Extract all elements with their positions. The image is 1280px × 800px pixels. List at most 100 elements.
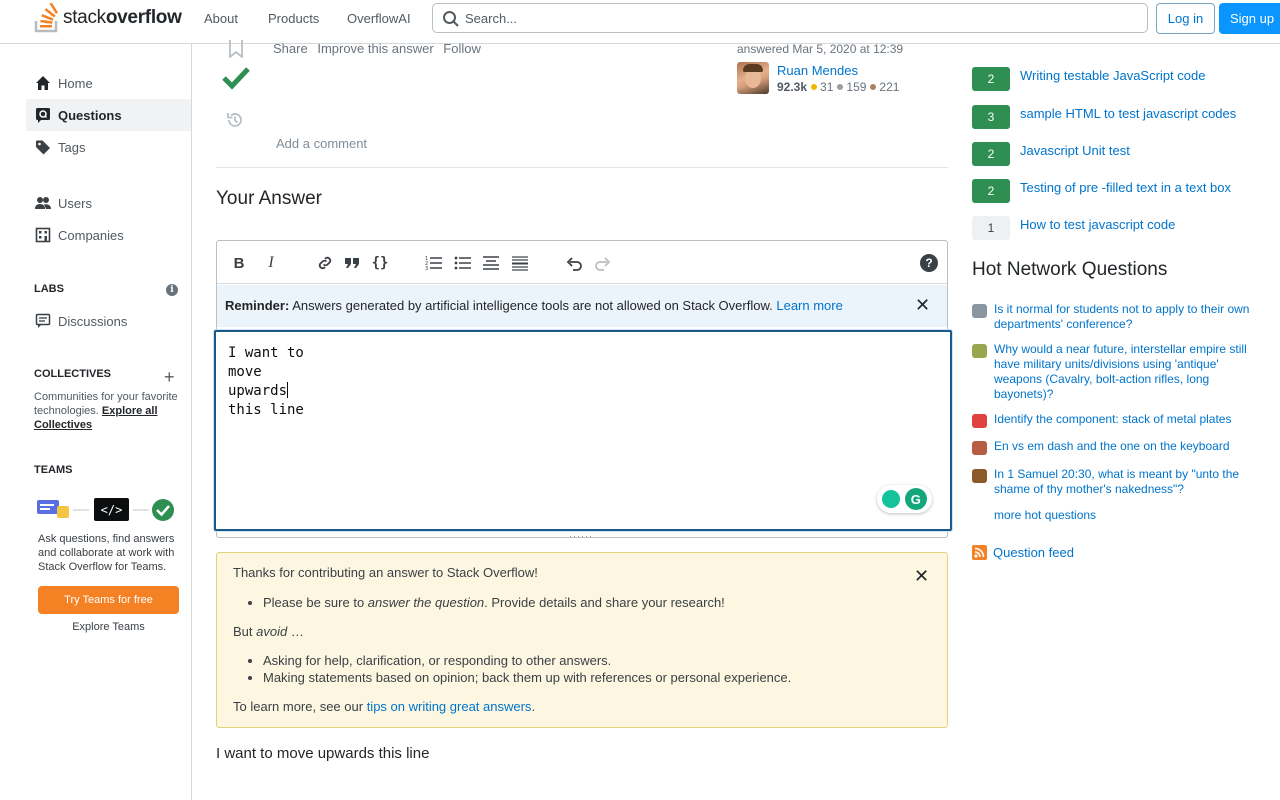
hot-question-title[interactable]: En vs em dash and the one on the keyboar… [994, 439, 1260, 454]
nav-overflowai[interactable]: OverflowAI [347, 11, 411, 26]
grammarly-widget[interactable]: G [877, 485, 932, 513]
hot-question-title[interactable]: In 1 Samuel 20:30, what is meant by "unt… [994, 467, 1260, 497]
related-title[interactable]: Javascript Unit test [1020, 142, 1270, 159]
reminder-text: Answers generated by artificial intellig… [292, 298, 773, 313]
grammarly-bulb-icon[interactable] [882, 490, 901, 508]
site-icon [972, 304, 987, 318]
notice-intro: Thanks for contributing an answer to Sta… [233, 565, 538, 580]
add-collective-icon[interactable]: + [164, 368, 175, 386]
user-name-link[interactable]: Ruan Mendes [777, 63, 858, 78]
hot-question-title[interactable]: Why would a near future, interstellar em… [994, 342, 1260, 402]
your-answer-heading: Your Answer [216, 188, 322, 209]
avatar[interactable] [737, 62, 769, 94]
search-icon [443, 11, 459, 27]
bronze-badge-icon [870, 84, 877, 90]
list-item: Please be sure to answer the question. P… [263, 594, 725, 611]
sidebar-item-questions[interactable]: Questions [26, 99, 191, 131]
sidebar-item-discussions[interactable]: Discussions [26, 305, 191, 337]
notice-but-avoid: But avoid … [233, 624, 304, 639]
improve-answer-link[interactable]: Improve this answer [317, 41, 433, 56]
sidebar-item-tags[interactable]: Tags [26, 131, 191, 163]
accepted-checkmark-icon [222, 67, 250, 90]
sidebar-item-label: Companies [58, 227, 124, 243]
bold-icon[interactable]: B [230, 254, 248, 272]
list-item: Making statements based on opinion; back… [263, 669, 791, 686]
search-input[interactable] [465, 9, 1115, 27]
close-icon[interactable]: ✕ [914, 567, 929, 585]
related-title[interactable]: Writing testable JavaScript code [1020, 67, 1270, 84]
redo-icon[interactable] [594, 254, 612, 272]
hot-question[interactable]: Identify the component: stack of metal p… [972, 412, 1262, 430]
learn-more-link[interactable]: Learn more [776, 298, 842, 313]
related-score: 2 [972, 179, 1010, 203]
reputation-score: 92.3k [777, 80, 808, 94]
users-icon [35, 195, 51, 211]
related-title[interactable]: Testing of pre -filled text in a text bo… [1020, 179, 1270, 196]
divider [216, 167, 948, 168]
svg-text:</>: </> [101, 503, 123, 517]
close-icon[interactable]: ✕ [915, 296, 930, 314]
hot-question[interactable]: Why would a near future, interstellar em… [972, 342, 1262, 404]
code-block-icon[interactable]: {} [371, 254, 389, 272]
more-hot-questions-link[interactable]: more hot questions [994, 508, 1096, 522]
heading-icon[interactable] [482, 254, 500, 272]
link-icon[interactable] [316, 254, 334, 272]
nav-products[interactable]: Products [268, 11, 319, 26]
post-menu: Share Improve this answer Follow [273, 41, 487, 56]
sidebar-item-home[interactable]: Home [26, 67, 191, 99]
notice-do-list: Please be sure to answer the question. P… [263, 594, 725, 611]
grammarly-g-icon[interactable]: G [904, 488, 927, 510]
stack-logo-icon [34, 3, 59, 33]
answer-textarea[interactable]: I want to move upwards this line G [214, 330, 952, 531]
try-teams-button[interactable]: Try Teams for free [38, 586, 179, 614]
hot-question-title[interactable]: Identify the component: stack of metal p… [994, 412, 1260, 427]
hot-question[interactable]: In 1 Samuel 20:30, what is meant by "unt… [972, 467, 1262, 499]
related-title[interactable]: sample HTML to test javascript codes [1020, 105, 1270, 122]
ai-reminder-banner: Reminder: Answers generated by artificia… [217, 285, 947, 327]
history-icon[interactable] [225, 110, 245, 130]
tips-link[interactable]: tips on writing great answers [367, 699, 532, 714]
login-button[interactable]: Log in [1156, 3, 1215, 34]
reminder-label: Reminder: [225, 298, 290, 313]
share-link[interactable]: Share [273, 41, 308, 56]
top-bar: stackoverflow About Products OverflowAI … [0, 0, 1280, 44]
sidebar-item-label: Questions [58, 107, 122, 123]
help-icon[interactable]: ? [920, 254, 938, 272]
notice-learn-more: To learn more, see our tips on writing g… [233, 699, 536, 714]
related-score: 1 [972, 216, 1010, 240]
teams-description: Ask questions, find answers and collabor… [38, 533, 175, 573]
hot-question[interactable]: En vs em dash and the one on the keyboar… [972, 439, 1262, 457]
stackoverflow-logo[interactable]: stackoverflow [34, 3, 182, 33]
undo-icon[interactable] [565, 254, 583, 272]
tag-icon [35, 139, 51, 155]
site-icon [972, 441, 987, 455]
signup-button[interactable]: Sign up [1219, 3, 1280, 34]
blockquote-icon[interactable] [343, 254, 361, 272]
add-comment-link[interactable]: Add a comment [276, 136, 367, 151]
list-item: Asking for help, clarification, or respo… [263, 652, 791, 669]
hot-question[interactable]: Is it normal for students not to apply t… [972, 302, 1262, 334]
answer-text-content: I want to move upwards this line [228, 345, 304, 418]
numbered-list-icon[interactable]: 1 2 3 [425, 254, 443, 272]
resize-handle[interactable]: ······ [569, 531, 593, 541]
hot-question-title[interactable]: Is it normal for students not to apply t… [994, 302, 1260, 332]
bookmark-icon[interactable] [229, 40, 243, 58]
horizontal-rule-icon[interactable] [511, 254, 529, 272]
related-title[interactable]: How to test javascript code [1020, 216, 1270, 233]
search-box[interactable] [432, 3, 1148, 33]
question-feed-label: Question feed [993, 545, 1074, 560]
bullet-list-icon[interactable] [454, 254, 472, 272]
labs-heading: LABS [34, 283, 64, 295]
follow-link[interactable]: Follow [443, 41, 481, 56]
nav-about[interactable]: About [204, 11, 238, 26]
explore-teams-link[interactable]: Explore Teams [38, 621, 179, 633]
sidebar-item-users[interactable]: Users [26, 187, 191, 219]
contribution-notice: Thanks for contributing an answer to Sta… [216, 552, 948, 728]
sidebar-item-companies[interactable]: Companies [26, 219, 191, 251]
editor-toolbar: B I {} 1 2 3 ? [217, 241, 947, 284]
question-feed-link[interactable]: Question feed [972, 545, 1074, 560]
info-icon[interactable]: i [166, 284, 178, 296]
italic-icon[interactable]: I [262, 254, 280, 272]
logo-text: stackoverflow [63, 7, 182, 28]
silver-badge-count: 159 [846, 80, 867, 94]
